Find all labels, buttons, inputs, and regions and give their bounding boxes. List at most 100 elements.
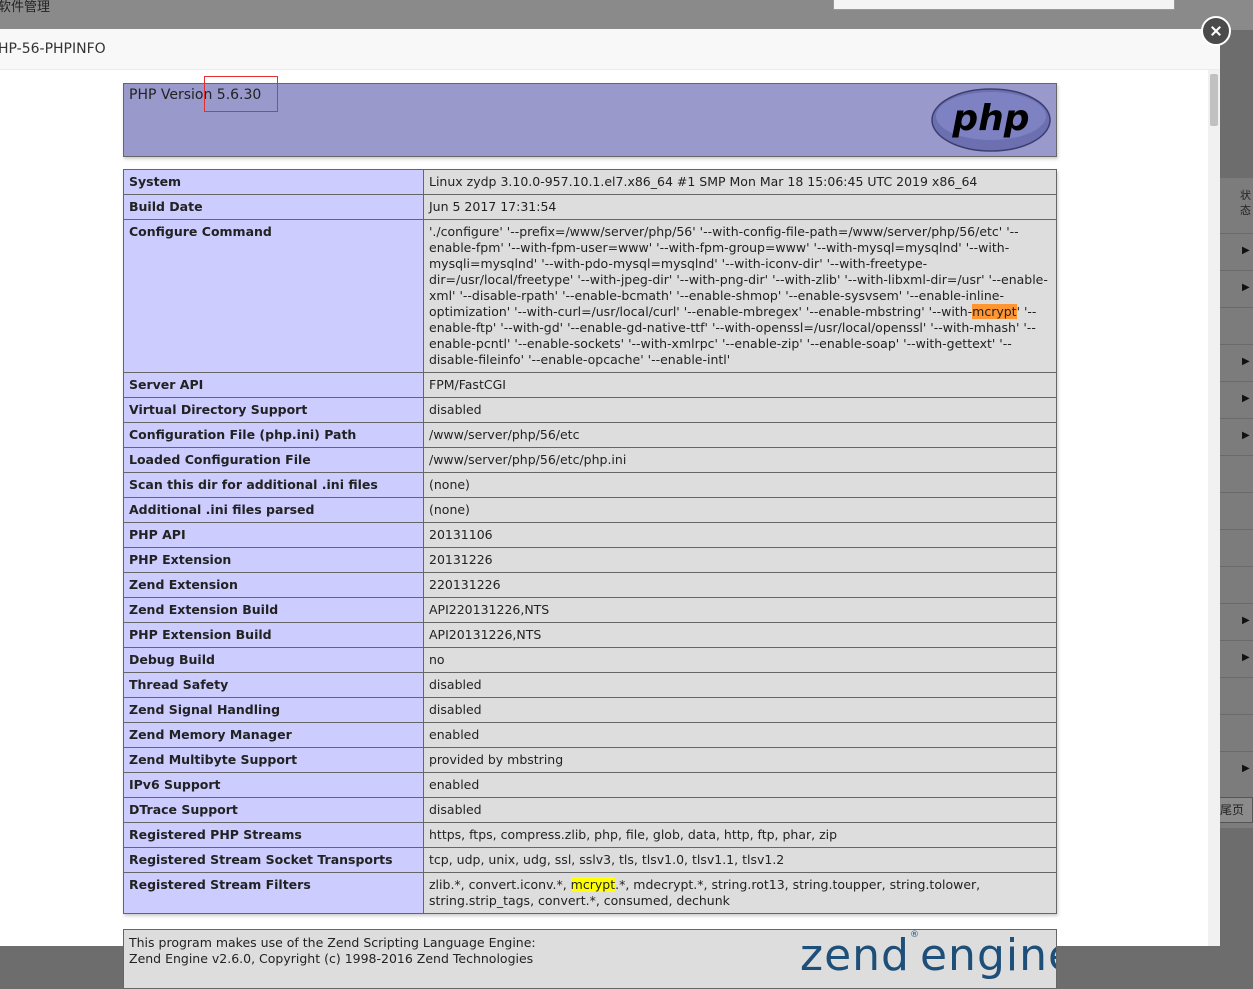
info-value: 20131106 [423,522,1057,548]
zend-engine-box: This program makes use of the Zend Scrip… [123,929,1057,989]
info-value: FPM/FastCGI [423,372,1057,398]
info-table-row: Zend Extension Build API220131226,NTS [123,597,1057,623]
info-table-row: PHP Extension Build API20131226,NTS [123,622,1057,648]
info-value: (none) [423,497,1057,523]
info-value: disabled [423,697,1057,723]
background-table-row [1220,307,1253,343]
info-key: Zend Extension [123,572,424,598]
background-table-row [1220,529,1253,565]
info-key: Zend Signal Handling [123,697,424,723]
info-key: Thread Safety [123,672,424,698]
zend-logo-word-1: zend [800,930,910,981]
info-key: Configure Command [123,219,424,373]
info-table-row: Build Date Jun 5 2017 17:31:54 [123,194,1057,220]
php-logo-icon: php [931,88,1051,152]
php-version-header: PHP Version 5.6.30 php [123,76,1057,157]
background-table-row [1220,677,1253,713]
zend-engine-line-2: Zend Engine v2.6.0, Copyright (c) 1998-2… [129,951,534,966]
zend-logo-mark: ® [909,930,920,940]
background-expand-arrow-icon: ▶ [1242,652,1250,663]
info-value: enabled [423,772,1057,798]
modal-header: HP-56-PHPINFO [0,29,1220,70]
info-table-row: Thread Safety disabled [123,672,1057,698]
zend-engine-text: This program makes use of the Zend Scrip… [129,935,536,967]
info-value: /www/server/php/56/etc [423,422,1057,448]
version-highlight-box [204,76,278,112]
modal-title: HP-56-PHPINFO [0,41,106,57]
info-value: no [423,647,1057,673]
background-expand-arrow-icon: ▶ [1242,615,1250,626]
info-key: PHP Extension Build [123,622,424,648]
phpinfo-table: System Linux zydp 3.10.0-957.10.1.el7.x86… [123,169,1057,914]
info-value: Linux zydp 3.10.0-957.10.1.el7.x86_64 #1… [423,169,1057,195]
info-value: https, ftps, compress.zlib, php, file, g… [423,822,1057,848]
info-table-row: Server API FPM/FastCGI [123,372,1057,398]
phpinfo-modal: HP-56-PHPINFO PHP Version 5.6.30 php Sys… [0,29,1220,989]
background-table-row [1220,714,1253,750]
info-table-row: DTrace Support disabled [123,797,1057,823]
zend-engine-line-1: This program makes use of the Zend Scrip… [129,935,536,950]
background-expand-arrow-icon: ▶ [1242,245,1250,256]
modal-scrollbar-track[interactable] [1208,70,1220,946]
phpinfo-content: PHP Version 5.6.30 php System Linux zydp … [123,76,1057,989]
info-value: API20131226,NTS [423,622,1057,648]
background-search-input [833,0,1175,10]
info-value-text: zlib.*, convert.iconv.*, [429,877,571,892]
php-logo-text: php [951,98,1029,139]
background-expand-arrow-icon: ▶ [1242,393,1250,404]
info-table-row: Registered Stream Socket Transports tcp, … [123,847,1057,873]
background-header: 软件管理 [0,0,1253,30]
background-expand-arrow-icon: ▶ [1242,356,1250,367]
info-table-row: PHP Extension 20131226 [123,547,1057,573]
background-table-row [1220,455,1253,491]
info-value: Jun 5 2017 17:31:54 [423,194,1057,220]
search-highlight: mcrypt [570,877,616,892]
info-key: Additional .ini files parsed [123,497,424,523]
info-table-row: Registered PHP Streams https, ftps, compr… [123,822,1057,848]
info-key: Loaded Configuration File [123,447,424,473]
search-highlight: mcrypt [972,304,1017,319]
info-key: Build Date [123,194,424,220]
info-table-row: Zend Signal Handling disabled [123,697,1057,723]
info-table-row: Debug Build no [123,647,1057,673]
background-last-page-button: 尾页 [1218,797,1253,823]
zend-engine-logo: zend®engine [800,930,1056,981]
info-table-row: Zend Extension 220131226 [123,572,1057,598]
info-table-row: Zend Multibyte Support provided by mbstri… [123,747,1057,773]
background-status-header: 状态 [1240,189,1251,217]
close-icon[interactable] [1201,16,1231,46]
info-key: Virtual Directory Support [123,397,424,423]
info-table-row: PHP API 20131106 [123,522,1057,548]
zend-logo-word-2: engine [919,930,1056,981]
modal-scrollbar-thumb[interactable] [1210,74,1218,126]
info-value: (none) [423,472,1057,498]
info-key: PHP API [123,522,424,548]
background-table-row [1220,566,1253,602]
info-key: IPv6 Support [123,772,424,798]
info-key: Registered Stream Socket Transports [123,847,424,873]
info-value: provided by mbstring [423,747,1057,773]
info-key: PHP Extension [123,547,424,573]
info-key: Scan this dir for additional .ini files [123,472,424,498]
info-key: DTrace Support [123,797,424,823]
info-key: Debug Build [123,647,424,673]
background-page-title: 软件管理 [0,0,51,15]
background-expand-arrow-icon: ▶ [1242,763,1250,774]
info-value: disabled [423,797,1057,823]
info-key: Registered Stream Filters [123,872,424,914]
info-value: API220131226,NTS [423,597,1057,623]
info-value-text: './configure' '--prefix=/www/server/php/… [429,224,1048,319]
info-table-row: Configuration File (php.ini) Path/www/se… [123,422,1057,448]
info-key: Configuration File (php.ini) Path [123,422,424,448]
info-table-row: IPv6 Support enabled [123,772,1057,798]
info-table-row: Loaded Configuration File/www/server/php… [123,447,1057,473]
info-table-row: Additional .ini files parsed (none) [123,497,1057,523]
info-table-row: Configure Command './configure' '--prefix… [123,219,1057,373]
info-value: enabled [423,722,1057,748]
info-key: Zend Multibyte Support [123,747,424,773]
info-table-row: Virtual Directory Support disabled [123,397,1057,423]
info-value: zlib.*, convert.iconv.*, mcrypt.*, mdecr… [423,872,1057,914]
info-table-row: Scan this dir for additional .ini files(… [123,472,1057,498]
background-expand-arrow-icon: ▶ [1242,430,1250,441]
info-key: Zend Extension Build [123,597,424,623]
